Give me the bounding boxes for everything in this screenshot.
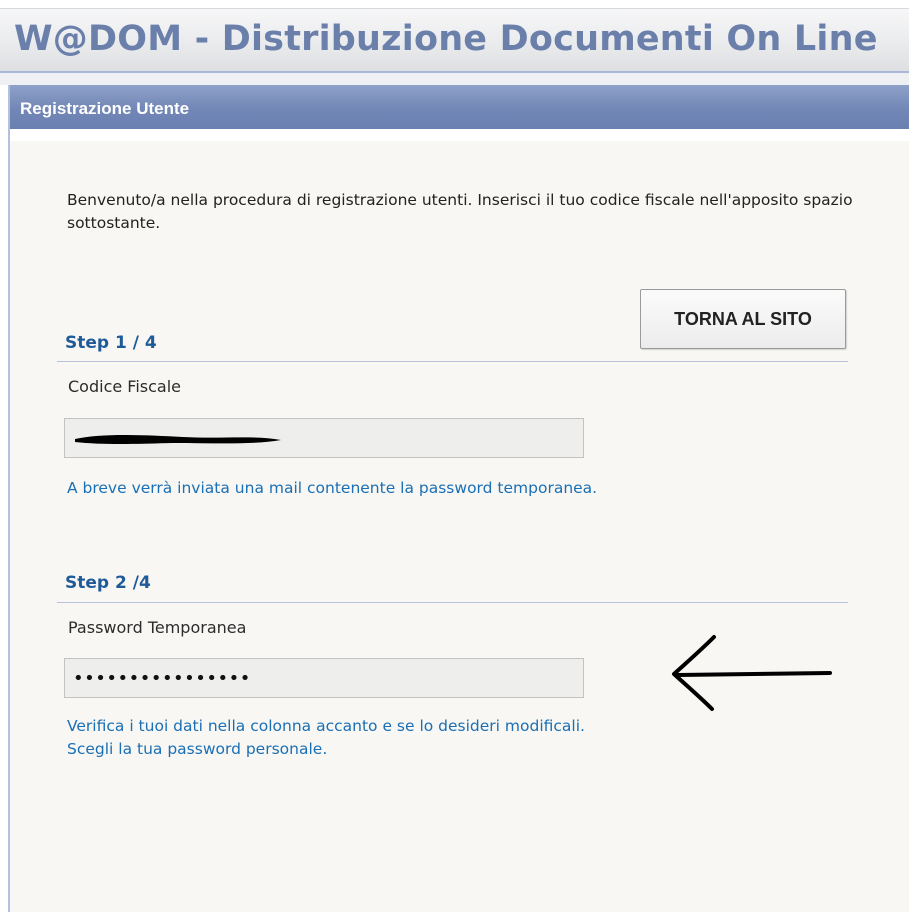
registration-panel: Registrazione Utente Benvenuto/a nella p…: [8, 85, 909, 912]
back-to-site-button[interactable]: TORNA AL SITO: [640, 289, 846, 349]
redaction-mark: [75, 435, 281, 444]
left-arrow-icon: [672, 635, 832, 711]
step2-divider: [57, 602, 848, 603]
panel-header-strip: [10, 129, 909, 141]
password-temporanea-input[interactable]: ••••••••••••••••: [64, 658, 584, 698]
header-separator: [0, 73, 909, 85]
step1-divider: [57, 361, 848, 362]
intro-text: Benvenuto/a nella procedura di registraz…: [67, 191, 853, 232]
top-border: [0, 0, 909, 9]
step2-title: Step 2 /4: [65, 573, 151, 593]
step2-info-line-1: Verifica i tuoi dati nella colonna accan…: [67, 717, 585, 735]
step1-title: Step 1 / 4: [65, 333, 157, 353]
step1-info-text: A breve verrà inviata una mail contenent…: [67, 477, 597, 500]
panel-header: Registrazione Utente: [10, 85, 909, 129]
step2-info-text: Verifica i tuoi dati nella colonna accan…: [67, 715, 585, 761]
password-mask: ••••••••••••••••: [73, 668, 251, 689]
step2-info-line-2: Scegli la tua password personale.: [67, 740, 328, 758]
codice-fiscale-label: Codice Fiscale: [68, 377, 181, 396]
step1-info-line: A breve verrà inviata una mail contenent…: [67, 479, 598, 497]
site-title: W@DOM - Distribuzione Documenti On Line: [14, 19, 878, 59]
codice-fiscale-input[interactable]: [64, 418, 584, 458]
password-temporanea-label: Password Temporanea: [68, 618, 247, 637]
panel-title: Registrazione Utente: [20, 99, 190, 118]
site-header: W@DOM - Distribuzione Documenti On Line: [0, 9, 909, 73]
